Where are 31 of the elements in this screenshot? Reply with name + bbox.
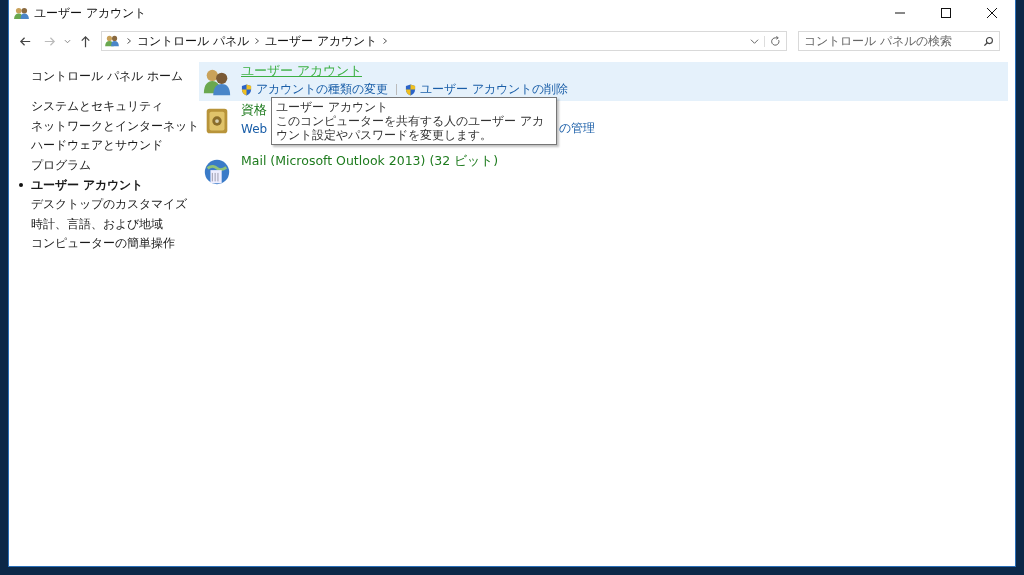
dropdown-icon[interactable]: [750, 36, 759, 46]
sidebar-item[interactable]: デスクトップのカスタマイズ: [31, 196, 187, 214]
sidebar-item[interactable]: ユーザー アカウント: [31, 176, 144, 194]
category-link[interactable]: Mail (Microsoft Outlook 2013) (32 ビット): [241, 153, 499, 170]
sidebar-link[interactable]: コントロール パネル ホーム: [31, 68, 199, 85]
sidebar-item[interactable]: コンピューターの簡単操作: [31, 235, 175, 253]
sidebar-item[interactable]: システムとセキュリティ: [31, 98, 163, 116]
task-link[interactable]: の管理: [559, 120, 596, 137]
task-link[interactable]: アカウントの種類の変更: [241, 81, 388, 98]
breadcrumb[interactable]: ユーザー アカウント: [264, 32, 377, 50]
breadcrumb[interactable]: コントロール パネル: [137, 32, 249, 50]
users-icon[interactable]: [202, 67, 232, 97]
sidebar-item[interactable]: 時計、言語、および地域: [31, 215, 163, 233]
users-icon: [14, 7, 29, 20]
sidebar-item[interactable]: ハードウェアとサウンド: [31, 137, 163, 155]
task-link[interactable]: ユーザー アカウントの削除: [405, 81, 568, 98]
window-title: ユーザー アカウント: [34, 5, 146, 22]
chevron-icon[interactable]: [126, 37, 132, 45]
tooltip-title: ユーザー アカウント: [276, 100, 389, 114]
chevron-icon[interactable]: [381, 37, 388, 45]
search-field[interactable]: コントロール パネルの検索: [798, 31, 1000, 51]
sidebar-item[interactable]: プログラム: [31, 157, 91, 175]
bullet-icon: [19, 183, 23, 188]
globe-icon[interactable]: [202, 157, 232, 187]
task-link[interactable]: Web: [241, 121, 268, 136]
users-icon: [105, 35, 119, 47]
sidebar-item[interactable]: ネットワークとインターネット: [31, 117, 199, 135]
address-bar[interactable]: コントロール パネル ユーザー アカウント: [101, 31, 787, 51]
tooltip-text: このコンピューターを共有する人のユーザー アカウント設定やパスワードを変更します。: [276, 114, 545, 142]
chevron-icon[interactable]: [253, 37, 260, 45]
search-icon: [983, 35, 994, 47]
